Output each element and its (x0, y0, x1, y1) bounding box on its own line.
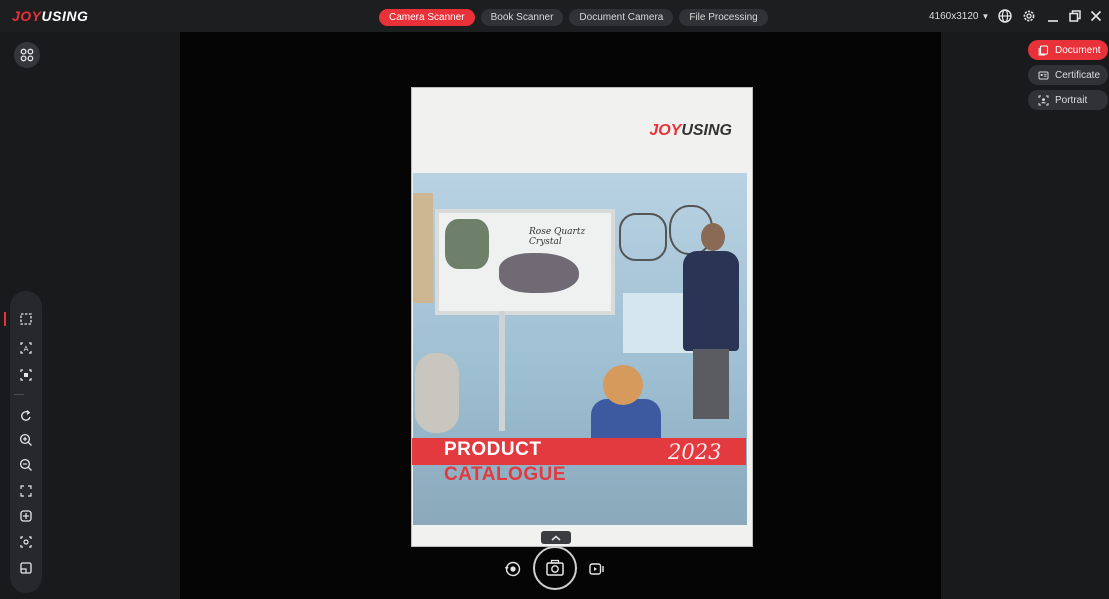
mode-portrait-button[interactable]: Portrait (1028, 90, 1108, 110)
app-grid-button[interactable] (14, 42, 40, 68)
expand-panel-button[interactable] (541, 531, 571, 544)
video-icon (589, 563, 604, 575)
active-tool-indicator (4, 312, 6, 326)
title-bar: JOYUSING Camera Scanner Book Scanner Doc… (0, 0, 1109, 32)
portrait-icon (1038, 95, 1049, 106)
gear-icon[interactable] (1020, 7, 1038, 25)
interactive-display: Rose Quartz Crystal (435, 209, 615, 315)
focus-icon[interactable] (17, 533, 35, 551)
bookshelf (413, 193, 433, 303)
zoom-in-icon[interactable] (17, 431, 35, 449)
document-logo: JOYUSING (649, 122, 732, 139)
mode-certificate-button[interactable]: Certificate (1028, 65, 1108, 85)
app-logo: JOYUSING (12, 8, 89, 24)
right-panel (941, 32, 1109, 599)
camera-icon (546, 559, 564, 576)
catalogue-year: 2023 (668, 440, 722, 464)
catalogue-title-line1: PRODUCT (444, 439, 542, 460)
resolution-select[interactable]: 4160x3120 ▼ (929, 11, 989, 22)
svg-text:A: A (24, 346, 29, 353)
export-panel-icon[interactable] (17, 559, 35, 577)
chevron-down-icon: ▼ (981, 12, 990, 21)
tab-document-camera[interactable]: Document Camera (569, 9, 674, 26)
close-icon[interactable] (1087, 7, 1105, 25)
id-card-icon (1038, 70, 1049, 81)
globe-icon[interactable] (996, 7, 1014, 25)
captured-document: JOYUSING Rose Quartz Crystal PRODUCT CAT… (412, 88, 752, 546)
mode-tabs: Camera Scanner Book Scanner Document Cam… (379, 9, 768, 26)
mode-portrait-label: Portrait (1055, 94, 1088, 106)
fit-to-window-icon[interactable] (17, 507, 35, 525)
tab-file-processing[interactable]: File Processing (679, 9, 768, 26)
auto-crop-icon[interactable] (17, 310, 35, 328)
grid-icon (20, 48, 34, 62)
switch-camera-button[interactable] (502, 558, 524, 580)
switch-camera-icon (504, 561, 521, 577)
toolbar-divider (14, 394, 24, 395)
catalogue-title-line2: CATALOGUE (444, 464, 567, 485)
manual-crop-icon[interactable] (17, 366, 35, 384)
mode-document-button[interactable]: Document (1028, 40, 1108, 60)
tab-camera-scanner[interactable]: Camera Scanner (379, 9, 475, 26)
board-caption: Rose Quartz Crystal (529, 227, 586, 247)
resolution-value: 4160x3120 (929, 11, 979, 22)
record-video-button[interactable] (586, 558, 608, 580)
capture-button[interactable] (533, 546, 577, 590)
tab-book-scanner[interactable]: Book Scanner (480, 9, 564, 26)
fullscreen-icon[interactable] (17, 482, 35, 500)
document-icon (1038, 44, 1049, 56)
chevron-up-icon (551, 535, 561, 541)
mode-document-label: Document (1055, 44, 1101, 56)
mode-certificate-label: Certificate (1055, 69, 1101, 81)
zoom-out-icon[interactable] (17, 456, 35, 474)
rotate-icon[interactable] (17, 407, 35, 425)
ocr-text-icon[interactable]: A (17, 339, 35, 357)
minimize-icon[interactable] (1044, 7, 1062, 25)
restore-icon[interactable] (1066, 7, 1084, 25)
